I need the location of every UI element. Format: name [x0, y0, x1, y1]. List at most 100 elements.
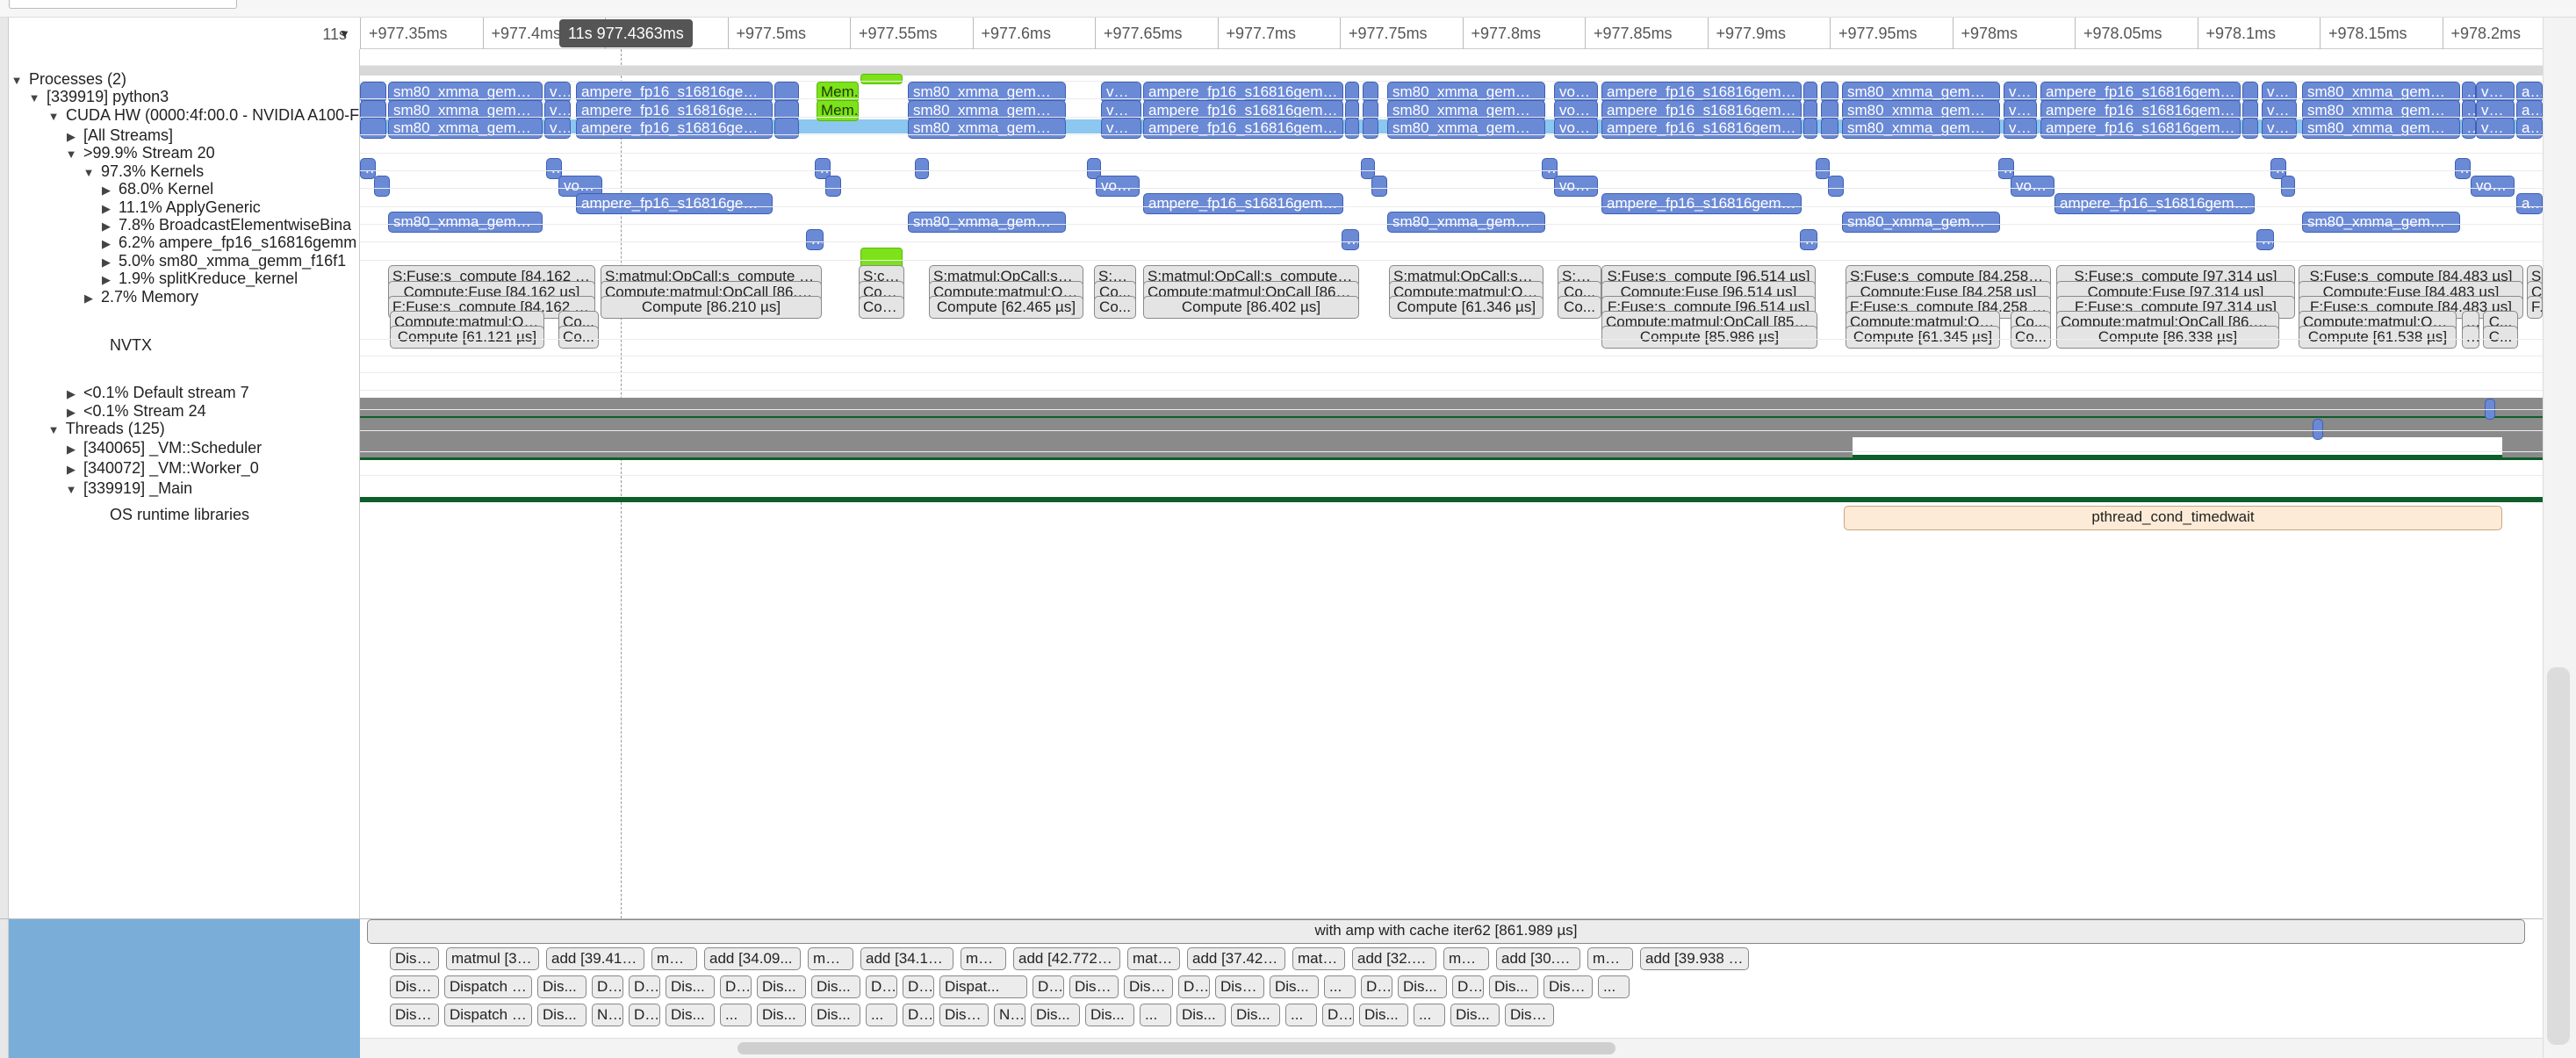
- nvtx-subrange[interactable]: Dispa...: [1543, 975, 1593, 998]
- kernel-sm80[interactable]: sm80_xmma_gemm_f...: [2302, 212, 2460, 233]
- kernel-ampere[interactable]: ampere_fp16_s16816gemm_...: [2054, 193, 2255, 214]
- nvtx-subrange[interactable]: D...: [720, 975, 752, 998]
- kernel-block[interactable]: [2242, 118, 2258, 139]
- kernel-block[interactable]: void...: [1554, 118, 1598, 139]
- nvtx-subrange[interactable]: Dis...: [811, 1004, 860, 1026]
- kernel-block[interactable]: ...: [2462, 118, 2476, 139]
- nvtx-subrange[interactable]: Di...: [903, 1004, 934, 1026]
- nvtx-range[interactable]: Compute [86.402 µs]: [1143, 296, 1359, 319]
- nvtx-subrange[interactable]: Disp...: [1069, 975, 1119, 998]
- nvtx-subrange[interactable]: add [34.12...: [860, 947, 953, 970]
- kernel-ampere[interactable]: ampere_fp16_s16816gemm...: [1601, 193, 1802, 214]
- kernel-sm80[interactable]: sm80_xmma_gemm_...: [1842, 212, 2000, 233]
- nvtx-subrange[interactable]: Di...: [629, 1004, 660, 1026]
- nvtx-subrange[interactable]: Dis...: [1085, 1004, 1134, 1026]
- nvtx-subrange[interactable]: N...: [592, 1004, 623, 1026]
- osrt-wait-block[interactable]: pthread_cond_timedwait: [1844, 506, 2502, 530]
- kernel-block[interactable]: voi...: [2262, 118, 2297, 139]
- kernel-block[interactable]: [774, 118, 799, 139]
- nvtx-subrange[interactable]: ...: [1324, 975, 1356, 998]
- nvtx-range[interactable]: Compute [85.986 µs]: [1601, 326, 1817, 349]
- kernel-block[interactable]: sm80_xmma_gemm_...: [2302, 118, 2460, 139]
- kernel-sm80[interactable]: sm80_xmma_gemm_f...: [908, 212, 1066, 233]
- kernel-ampere[interactable]: ampere_fp16_s16816gemm_f...: [1143, 193, 1343, 214]
- nvtx-subrange[interactable]: Dispa...: [1505, 1004, 1554, 1026]
- nvtx-subrange[interactable]: Di...: [592, 975, 623, 998]
- nvtx-subrange[interactable]: Di...: [903, 975, 934, 998]
- nvtx-subrange[interactable]: ...: [1414, 1004, 1445, 1026]
- nvtx-subrange[interactable]: Dis...: [757, 975, 806, 998]
- nvtx-subrange[interactable]: Dis...: [1450, 1004, 1500, 1026]
- nvtx-subrange[interactable]: Dis...: [1489, 975, 1538, 998]
- kernel-block[interactable]: sm80_xmma_gemm_f...: [908, 118, 1066, 139]
- memory-block[interactable]: Mem...: [817, 100, 859, 121]
- nvtx-subrange[interactable]: mat...: [651, 947, 697, 970]
- nvtx-subrange[interactable]: Dispatch [...: [444, 1004, 532, 1026]
- nvtx-subrange[interactable]: matm...: [1127, 947, 1180, 970]
- chevron-right-icon[interactable]: ▶: [81, 288, 97, 309]
- nvtx-range[interactable]: Co...: [558, 326, 599, 349]
- kernel-broadcast[interactable]: [825, 176, 841, 197]
- kernel-ampere[interactable]: ampere_fp16_s16816gemm_...: [576, 193, 773, 214]
- nvtx-subrange[interactable]: Disp...: [1215, 975, 1264, 998]
- kernel-block[interactable]: voi...: [2476, 118, 2515, 139]
- kernel-block[interactable]: ampere_fp16_s16816gemm_...: [1143, 118, 1343, 139]
- nvtx-subrange[interactable]: Dispa...: [390, 947, 439, 970]
- kernel-broadcast[interactable]: void...: [2011, 176, 2054, 197]
- nvtx-range[interactable]: Compute [61.345 µs]: [1846, 326, 2000, 349]
- nvtx-subrange[interactable]: Di...: [1322, 1004, 1354, 1026]
- nvtx-subrange[interactable]: Dis...: [1176, 1004, 1226, 1026]
- nvtx-main-range[interactable]: with amp with cache iter62 [861.989 µs]: [367, 919, 2525, 944]
- nvtx-subrange[interactable]: Di...: [1452, 975, 1484, 998]
- kernel-apply[interactable]: ...: [360, 158, 376, 179]
- nvtx-subrange[interactable]: Disp...: [390, 1004, 439, 1026]
- nvtx-range[interactable]: Compute [86.338 µs]: [2056, 326, 2279, 349]
- kernel-split[interactable]: ...: [1342, 229, 1359, 250]
- kernel-apply[interactable]: [915, 158, 929, 179]
- nvtx-subrange[interactable]: Di...: [629, 975, 660, 998]
- kernel-apply[interactable]: [1816, 158, 1830, 179]
- kernel-block[interactable]: sm80_xmma_gemm_...: [388, 118, 543, 139]
- kernel-block[interactable]: sm80_xmma_gemm_...: [1842, 118, 2000, 139]
- nvtx-range[interactable]: Compute [86.210 µs]: [601, 296, 822, 319]
- nvtx-subrange[interactable]: ...: [720, 1004, 752, 1026]
- kernel-broadcast[interactable]: [374, 176, 390, 197]
- nvtx-subrange[interactable]: ...: [1598, 975, 1630, 998]
- kernel-block[interactable]: ampere_fp16_s16816gemm_...: [2040, 118, 2241, 139]
- nvtx-subrange[interactable]: Dis...: [666, 975, 715, 998]
- nvtx-subrange[interactable]: Dis...: [537, 1004, 586, 1026]
- nvtx-subrange[interactable]: Di...: [1361, 975, 1392, 998]
- chevron-down-icon[interactable]: ▼: [63, 479, 79, 500]
- chevron-down-icon[interactable]: ▼: [46, 420, 61, 441]
- kernel-block[interactable]: ampere_fp16_s16816gemm_...: [576, 118, 773, 139]
- nvtx-subrange[interactable]: D...: [866, 975, 897, 998]
- nvtx-range[interactable]: Co...: [2011, 326, 2051, 349]
- worker-marker[interactable]: [2313, 419, 2323, 440]
- nvtx-range[interactable]: F...: [2527, 296, 2543, 319]
- nvtx-subrange[interactable]: Dispat...: [939, 975, 1027, 998]
- nvtx-subrange[interactable]: ...: [866, 1004, 897, 1026]
- kernel-block[interactable]: voi...: [544, 118, 571, 139]
- kernel-split[interactable]: ...: [1800, 229, 1817, 250]
- kernel-block[interactable]: ampere_fp16_s16816gemm...: [1601, 118, 1802, 139]
- kernel-block[interactable]: [1803, 118, 1817, 139]
- nvtx-subrange[interactable]: mat...: [1587, 947, 1633, 970]
- kernel-broadcast[interactable]: void...: [1096, 176, 1140, 197]
- nvtx-range[interactable]: ...: [2462, 326, 2479, 349]
- kernel-block[interactable]: a...: [2516, 118, 2543, 139]
- kernel-broadcast[interactable]: [2281, 176, 2295, 197]
- nvtx-subrange[interactable]: matm...: [1292, 947, 1345, 970]
- kernel-broadcast[interactable]: [1371, 176, 1387, 197]
- nvtx-range[interactable]: Com...: [859, 296, 904, 319]
- nvtx-subrange[interactable]: Di...: [1178, 975, 1210, 998]
- kernel-block[interactable]: [1363, 118, 1378, 139]
- nvtx-range[interactable]: Compute [61.121 µs]: [390, 326, 544, 349]
- nvtx-subrange[interactable]: add [39.415 ...: [546, 947, 644, 970]
- nvtx-subrange[interactable]: add [32.3...: [1352, 947, 1436, 970]
- kernel-broadcast[interactable]: [1828, 176, 1844, 197]
- chevron-down-icon[interactable]: ▼: [63, 144, 79, 165]
- nvtx-subrange[interactable]: mat...: [1443, 947, 1489, 970]
- nvtx-subrange[interactable]: Dispa...: [939, 1004, 989, 1026]
- chevron-down-icon[interactable]: ▼: [46, 106, 61, 127]
- nvtx-range[interactable]: Compute [62.465 µs]: [929, 296, 1083, 319]
